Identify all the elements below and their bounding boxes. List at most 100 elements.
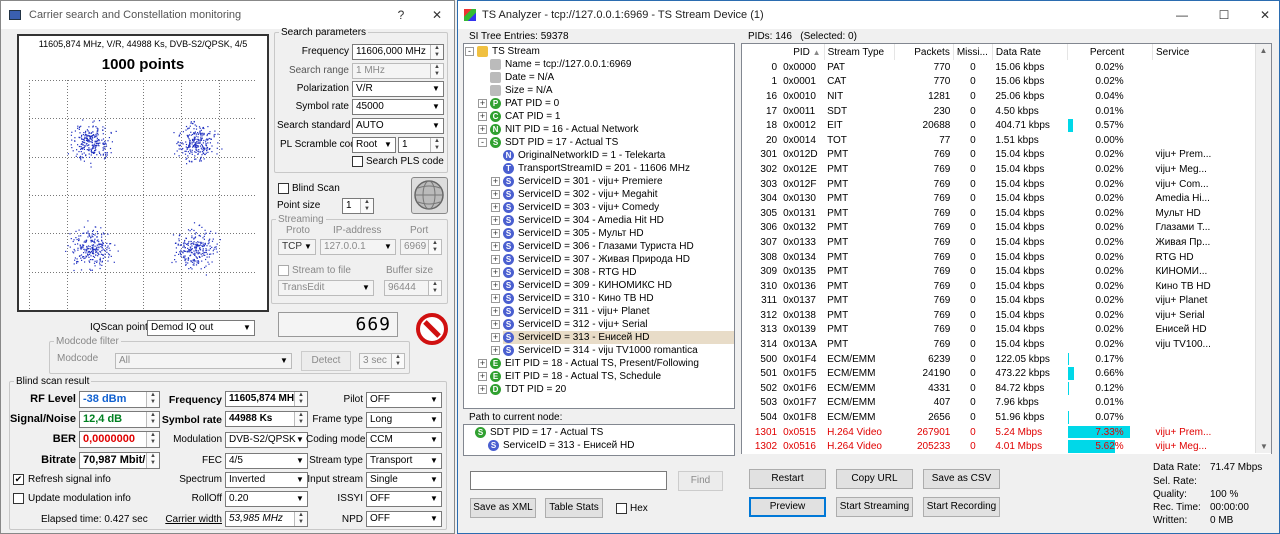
- tree-node[interactable]: S SDT PID = 17 - Actual TS: [475, 426, 603, 439]
- tree-node[interactable]: S ServiceID = 304 - Amedia Hit HD: [503, 214, 664, 227]
- expand-icon[interactable]: +: [478, 385, 487, 394]
- column-percent[interactable]: Percent: [1067, 44, 1153, 60]
- column-pid[interactable]: PID ▲: [742, 44, 825, 60]
- pid-row[interactable]: 312 0x0138 PMT 769 0 15.04 kbps 0.02% viju+ Ser…: [742, 308, 1271, 323]
- rf-spinner[interactable]: ▲ ▼: [146, 392, 159, 407]
- refresh-signal-checkbox[interactable]: ✔: [13, 474, 24, 485]
- fec-select[interactable]: 4/5 ▼: [225, 453, 308, 469]
- bitrate-spinner[interactable]: ▲ ▼: [146, 453, 159, 468]
- pl-scramble-mode-select[interactable]: Root ▼: [352, 137, 396, 153]
- pid-row[interactable]: 500 0x01F4 ECM/EMM 6239 0 122.05 kbps 0.17%: [742, 352, 1271, 367]
- symbol-rate-select[interactable]: 45000 ▼: [352, 99, 444, 115]
- modulation-select[interactable]: DVB-S2/QPSK ▼: [225, 432, 308, 448]
- rolloff-select[interactable]: 0.20 ▼: [225, 491, 308, 507]
- tree-node[interactable]: TS Stream: [477, 45, 540, 58]
- tree-node[interactable]: S ServiceID = 310 - Кино ТВ HD: [503, 292, 654, 305]
- pid-row[interactable]: 16 0x0010 NIT 1281 0 25.06 kbps 0.04%: [742, 89, 1271, 104]
- expand-icon[interactable]: +: [478, 359, 487, 368]
- tree-node[interactable]: Size = N/A: [490, 84, 553, 97]
- buffer-size-spinner[interactable]: ▲ ▼: [428, 281, 441, 295]
- start-recording-button[interactable]: Start Recording: [923, 497, 1000, 517]
- expand-icon[interactable]: +: [478, 112, 487, 121]
- pid-row[interactable]: 307 0x0133 PMT 769 0 15.04 kbps 0.02% Живая Пр.…: [742, 235, 1271, 250]
- expand-icon[interactable]: +: [491, 268, 500, 277]
- save-xml-button[interactable]: Save as XML: [470, 498, 536, 518]
- maximize-button[interactable]: ☐: [1216, 7, 1232, 23]
- expand-icon[interactable]: +: [491, 294, 500, 303]
- find-button[interactable]: Find: [678, 471, 723, 491]
- column-packets[interactable]: Packets: [894, 44, 954, 60]
- pid-row[interactable]: 1302 0x0516 H.264 Video 205233 0 4.01 Mbps 5.6…: [742, 439, 1271, 454]
- pid-row[interactable]: 18 0x0012 EIT 20688 0 404.71 kbps 0.57%: [742, 118, 1271, 133]
- tree-node[interactable]: S ServiceID = 309 - КИНОМИКС HD: [503, 279, 672, 292]
- column-service[interactable]: Service: [1152, 44, 1272, 60]
- pid-row[interactable]: 502 0x01F6 ECM/EMM 4331 0 84.72 kbps 0.12%: [742, 381, 1271, 396]
- pid-row[interactable]: 303 0x012F PMT 769 0 15.04 kbps 0.02% viju+ Com…: [742, 177, 1271, 192]
- start-streaming-button[interactable]: Start Streaming: [836, 497, 913, 517]
- expand-icon[interactable]: +: [491, 346, 500, 355]
- spectrum-select[interactable]: Inverted ▼: [225, 472, 308, 488]
- pid-row[interactable]: 503 0x01F7 ECM/EMM 407 0 7.96 kbps 0.01%: [742, 396, 1271, 411]
- port-spinner[interactable]: ▲ ▼: [428, 240, 441, 254]
- buffer-size-input[interactable]: 96444 ▲ ▼: [384, 280, 442, 296]
- minimize-button[interactable]: —: [1174, 7, 1190, 23]
- tree-node[interactable]: E EIT PID = 18 - Actual TS, Schedule: [490, 370, 661, 383]
- file-select[interactable]: TransEdit ▼: [278, 280, 374, 296]
- pid-row[interactable]: 0 0x0000 PAT 770 0 15.06 kbps 0.02%: [742, 60, 1271, 75]
- blind-scan-checkbox[interactable]: [278, 183, 289, 194]
- tree-node[interactable]: S ServiceID = 303 - viju+ Comedy: [503, 201, 659, 214]
- stop-button[interactable]: [415, 312, 449, 346]
- pl-scramble-spinner[interactable]: ▲ ▼: [430, 138, 443, 152]
- collapse-icon[interactable]: -: [465, 47, 474, 56]
- tree-node[interactable]: S ServiceID = 312 - viju+ Serial: [503, 318, 648, 331]
- result-symbol-rate-spinner[interactable]: ▲ ▼: [294, 412, 307, 426]
- expand-icon[interactable]: +: [491, 281, 500, 290]
- search-range-spinner[interactable]: ▲ ▼: [430, 64, 443, 78]
- tree-node[interactable]: Name = tcp://127.0.0.1:6969: [490, 58, 631, 71]
- iqscan-select[interactable]: Demod IQ out ▼: [147, 320, 255, 336]
- tree-node[interactable]: T TransportStreamID = 201 - 11606 MHz: [503, 162, 690, 175]
- tree-node[interactable]: S ServiceID = 301 - viju+ Premiere: [503, 175, 663, 188]
- search-pls-checkbox[interactable]: [352, 156, 363, 167]
- si-tree[interactable]: - TS Stream Name = tcp://127.0.0.1:6969 Dat…: [463, 43, 735, 409]
- search-range-input[interactable]: 1 MHz ▲ ▼: [352, 63, 444, 79]
- frequency-spinner[interactable]: ▲ ▼: [430, 45, 443, 59]
- sn-spinner[interactable]: ▲ ▼: [146, 412, 159, 427]
- column-data-rate[interactable]: Data Rate: [992, 44, 1068, 60]
- vertical-scrollbar[interactable]: ▲ ▼: [1255, 44, 1271, 453]
- expand-icon[interactable]: +: [491, 242, 500, 251]
- detect-seconds-input[interactable]: 3 sec ▲ ▼: [359, 353, 405, 369]
- tree-node[interactable]: S ServiceID = 311 - viju+ Planet: [503, 305, 650, 318]
- pl-scramble-code-input[interactable]: 1 ▲ ▼: [398, 137, 444, 153]
- expand-icon[interactable]: +: [478, 372, 487, 381]
- globe-scan-button[interactable]: [411, 177, 448, 214]
- tree-node[interactable]: E EIT PID = 18 - Actual TS, Present/Follo…: [490, 357, 699, 370]
- pid-row[interactable]: 313 0x0139 PMT 769 0 15.04 kbps 0.02% Енисей HD: [742, 323, 1271, 338]
- column-stream-type[interactable]: Stream Type: [824, 44, 896, 60]
- expand-icon[interactable]: +: [478, 99, 487, 108]
- detect-button[interactable]: Detect: [301, 351, 351, 371]
- tree-node[interactable]: S ServiceID = 313 - Енисей HD: [488, 439, 634, 452]
- help-button[interactable]: ?: [393, 7, 409, 23]
- pid-row[interactable]: 302 0x012E PMT 769 0 15.04 kbps 0.02% viju+ Meg…: [742, 162, 1271, 177]
- proto-select[interactable]: TCP ▼: [278, 239, 316, 255]
- tree-node[interactable]: N NIT PID = 16 - Actual Network: [490, 123, 638, 136]
- save-csv-button[interactable]: Save as CSV: [923, 469, 1000, 489]
- point-size-input[interactable]: 1 ▲ ▼: [342, 198, 374, 214]
- expand-icon[interactable]: +: [478, 125, 487, 134]
- pid-row[interactable]: 314 0x013A PMT 769 0 15.04 kbps 0.02% viju TV10…: [742, 337, 1271, 352]
- tree-node[interactable]: S ServiceID = 305 - Мульт HD: [503, 227, 644, 240]
- ber-spinner[interactable]: ▲ ▼: [146, 432, 159, 447]
- tree-node[interactable]: S ServiceID = 306 - Глазами Туриста HD: [503, 240, 694, 253]
- expand-icon[interactable]: +: [491, 216, 500, 225]
- tree-node[interactable]: P PAT PID = 0: [490, 97, 559, 110]
- port-input[interactable]: 6969 ▲ ▼: [400, 239, 442, 255]
- scroll-up-icon[interactable]: ▲: [1256, 46, 1271, 55]
- hex-checkbox[interactable]: [616, 503, 627, 514]
- expand-icon[interactable]: +: [491, 307, 500, 316]
- restart-button[interactable]: Restart: [749, 469, 826, 489]
- pid-row[interactable]: 304 0x0130 PMT 769 0 15.04 kbps 0.02% Amedia Hi…: [742, 191, 1271, 206]
- scroll-down-icon[interactable]: ▼: [1256, 442, 1272, 451]
- expand-icon[interactable]: +: [491, 203, 500, 212]
- point-size-spinner[interactable]: ▲ ▼: [360, 199, 373, 213]
